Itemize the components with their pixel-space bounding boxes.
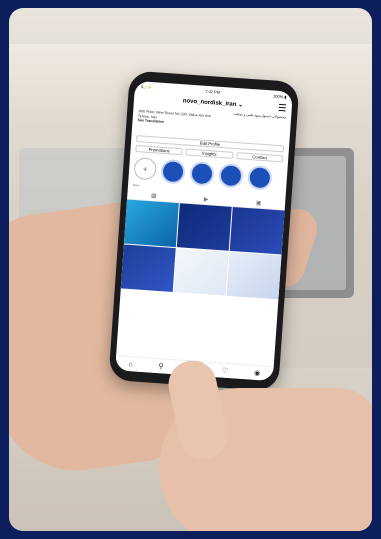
frame: ll □ ⚡ 7:42 PM 100% ▮ novo_nordisk_iran … [0,0,381,539]
tagged-icon[interactable]: ▣ [256,199,262,206]
profile-username[interactable]: novo_nordisk_iran ⌄ [183,97,244,108]
reels-tab-icon[interactable]: ▶ [204,195,209,202]
highlight-item[interactable] [160,158,186,185]
grid-icon[interactable]: ▦ [151,192,157,199]
profile-icon[interactable]: ◉ [254,369,261,377]
posts-grid [120,199,285,300]
photo: ll □ ⚡ 7:42 PM 100% ▮ novo_nordisk_iran … [9,8,372,531]
post-thumbnail[interactable] [173,248,229,296]
smartphone: ll □ ⚡ 7:42 PM 100% ▮ novo_nordisk_iran … [108,70,300,392]
plus-icon: + [142,164,148,174]
highlight-item[interactable] [247,164,273,191]
status-battery: 100% ▮ [272,92,287,99]
search-icon[interactable]: ⚲ [158,362,164,370]
post-thumbnail[interactable] [226,251,282,300]
home-icon[interactable]: ⌂ [128,361,133,368]
heart-icon[interactable]: ♡ [222,367,229,375]
phone-screen: ll □ ⚡ 7:42 PM 100% ▮ novo_nordisk_iran … [115,80,293,382]
menu-icon[interactable] [278,103,287,112]
post-thumbnail[interactable] [123,199,179,248]
post-thumbnail[interactable] [229,206,285,255]
status-carrier: ll □ ⚡ [140,83,153,90]
new-highlight-button[interactable]: + [133,157,157,181]
highlight-label-new: New [132,182,140,188]
status-time: 7:42 PM [205,88,221,95]
highlight-item[interactable] [189,160,215,187]
highlight-item[interactable] [218,162,244,189]
post-thumbnail[interactable] [176,203,232,251]
post-thumbnail[interactable] [120,244,176,292]
